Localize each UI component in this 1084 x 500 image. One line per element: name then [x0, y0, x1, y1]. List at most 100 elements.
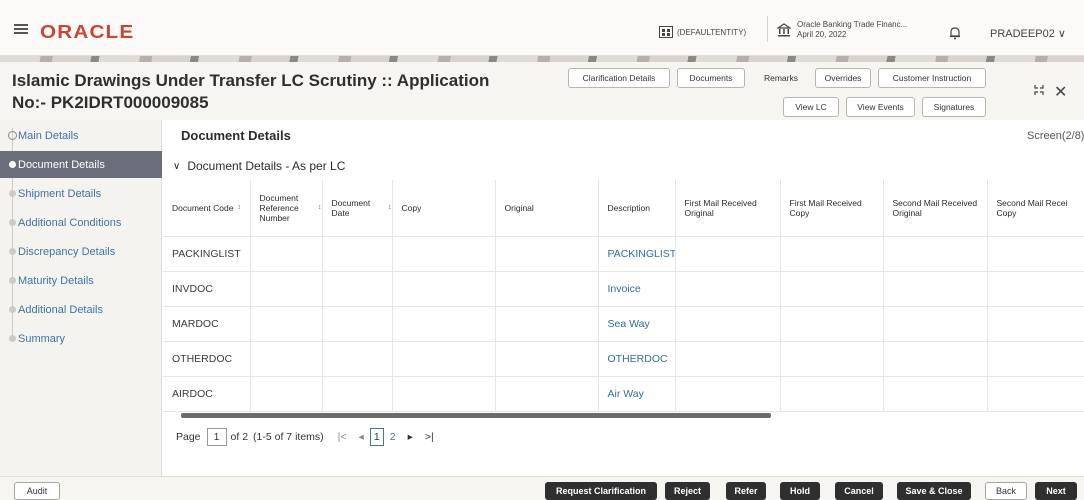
column-header: Description [598, 180, 676, 237]
sidebar-item-main-details[interactable]: Main Details [0, 122, 162, 149]
step-dot-icon [9, 219, 16, 226]
description-link[interactable]: Sea Way [598, 306, 676, 342]
description-link[interactable]: OTHERDOC [598, 341, 676, 377]
section-title: Document Details [181, 128, 291, 143]
customer-instruction-button[interactable]: Customer Instruction [878, 68, 986, 88]
last-page-icon[interactable]: >| [425, 431, 434, 443]
user-menu[interactable]: PRADEEP02 ∨ [990, 27, 1066, 40]
sidebar-item-label: Document Details [18, 158, 105, 171]
page-label: Page [176, 431, 201, 443]
signatures-button[interactable]: Signatures [922, 97, 986, 117]
column-header[interactable]: Document Code ↕ [163, 180, 251, 237]
prev-page-icon[interactable]: ◂ [359, 431, 364, 443]
sidebar-item-label: Additional Details [18, 303, 103, 316]
title-line-1: Islamic Drawings Under Transfer LC Scrut… [12, 71, 490, 90]
sidebar-item-document-details[interactable]: Document Details [0, 151, 162, 178]
bell-icon[interactable] [948, 26, 962, 40]
pagination: Page 1 of 2 (1-5 of 7 items) |< ◂ 1 2 ▸ … [176, 428, 440, 446]
document-code-cell: INVDOC [163, 271, 251, 307]
hold-button[interactable]: Hold [780, 482, 820, 500]
entity-selector[interactable]: (DEFAULTENTITY) [659, 26, 746, 38]
scrollbar-thumb[interactable] [181, 413, 771, 418]
sort-icon[interactable]: ↕ [237, 203, 241, 213]
oracle-logo: ORACLE [40, 22, 135, 42]
page-title: Islamic Drawings Under Transfer LC Scrut… [12, 70, 532, 114]
table-row[interactable]: OTHERDOC OTHERDOC [163, 341, 1084, 377]
sidebar-item-discrepancy-details[interactable]: Discrepancy Details [0, 238, 162, 265]
view-events-button[interactable]: View Events [846, 97, 915, 117]
page-1-button[interactable]: 1 [369, 428, 384, 446]
audit-button[interactable]: Audit [14, 482, 60, 500]
table-row[interactable]: PACKINGLIST PACKINGLIST [163, 236, 1084, 272]
column-header: Copy [392, 180, 496, 237]
entity-label: (DEFAULTENTITY) [677, 27, 747, 37]
column-header: First Mail Received Copy [780, 180, 884, 237]
sidebar-item-additional-conditions[interactable]: Additional Conditions [0, 209, 162, 236]
save-close-button[interactable]: Save & Close [897, 482, 971, 500]
building-icon [659, 26, 673, 38]
request-clarification-button[interactable]: Request Clarification [545, 482, 657, 500]
title-line-2: No:- PK2IDRT000009085 [12, 93, 209, 112]
description-link[interactable]: Invoice [598, 271, 676, 307]
next-button[interactable]: Next [1035, 482, 1077, 500]
subsection-toggle[interactable]: ∨ Document Details - As per LC [173, 159, 345, 173]
table-row[interactable]: INVDOC Invoice [163, 271, 1084, 307]
refer-button[interactable]: Refer [726, 482, 766, 500]
subsection-title: Document Details - As per LC [187, 159, 346, 173]
document-table: Document Code ↕ Document Reference Number… [163, 180, 1084, 412]
column-header[interactable]: Document Reference Number ↕ [250, 180, 323, 237]
sidebar-item-label: Summary [18, 332, 66, 345]
first-page-icon[interactable]: |< [338, 431, 347, 443]
page-2-button[interactable]: 2 [390, 431, 396, 443]
table-header-row: Document Code ↕ Document Reference Number… [163, 180, 1084, 237]
page-input[interactable]: 1 [206, 428, 227, 446]
sidebar-item-label: Maturity Details [18, 274, 94, 287]
sidebar-item-maturity-details[interactable]: Maturity Details [0, 267, 162, 294]
sidebar-item-summary[interactable]: Summary [0, 325, 162, 352]
overrides-button[interactable]: Overrides [815, 68, 871, 88]
documents-button[interactable]: Documents [677, 68, 745, 88]
sidebar-item-label: Additional Conditions [18, 216, 122, 229]
next-page-icon[interactable]: ▸ [408, 431, 413, 443]
step-dot-icon [9, 306, 16, 313]
column-header[interactable]: Document Date ↕ [322, 180, 393, 237]
step-dot-icon [9, 277, 16, 284]
clarification-details-button[interactable]: Clarification Details [568, 68, 670, 88]
minimize-icon[interactable] [1033, 84, 1045, 96]
column-header: Original [495, 180, 599, 237]
horizontal-scrollbar[interactable] [173, 412, 1084, 418]
sidebar-item-label: Shipment Details [18, 187, 102, 200]
bank-name: Oracle Banking Trade Financ... [797, 20, 908, 29]
table-row[interactable]: AIRDOC Air Way [163, 376, 1084, 412]
bank-date: April 20, 2022 [797, 30, 847, 39]
sidebar-item-shipment-details[interactable]: Shipment Details [0, 180, 162, 207]
remarks-button[interactable]: Remarks [752, 68, 810, 88]
user-name: PRADEEP02 [990, 28, 1055, 40]
chevron-down-icon: ∨ [173, 160, 181, 172]
description-link[interactable]: PACKINGLIST [598, 236, 676, 272]
close-icon[interactable]: ✕ [1054, 82, 1067, 102]
sidebar-item-label: Main Details [18, 129, 79, 142]
step-dot-icon [9, 161, 16, 168]
chevron-down-icon: ∨ [1057, 28, 1066, 40]
sort-icon[interactable]: ↕ [318, 203, 321, 213]
column-header: Second Mail Recei Copy [987, 180, 1084, 237]
view-lc-button[interactable]: View LC [783, 97, 839, 117]
reject-button[interactable]: Reject [665, 482, 710, 500]
step-dot-icon [9, 190, 16, 197]
cancel-button[interactable]: Cancel [835, 482, 883, 500]
top-bar: ORACLE (DEFAULTENTITY) Oracle Banking Tr… [0, 0, 1084, 56]
back-button[interactable]: Back [985, 482, 1027, 500]
description-link[interactable]: Air Way [598, 376, 676, 412]
check-circle-icon [8, 131, 17, 140]
document-code-cell: OTHERDOC [163, 341, 251, 377]
sort-icon[interactable]: ↕ [388, 203, 391, 213]
table-row[interactable]: MARDOC Sea Way [163, 306, 1084, 342]
screen-indicator: Screen(2/8) [1027, 130, 1084, 142]
hamburger-menu-icon[interactable] [14, 24, 28, 34]
bank-selector[interactable]: Oracle Banking Trade Financ... April 20,… [777, 20, 907, 40]
document-code-cell: AIRDOC [163, 376, 251, 412]
page-total: of 2 [230, 431, 249, 443]
document-code-cell: MARDOC [163, 306, 251, 342]
sidebar-item-additional-details[interactable]: Additional Details [0, 296, 162, 323]
